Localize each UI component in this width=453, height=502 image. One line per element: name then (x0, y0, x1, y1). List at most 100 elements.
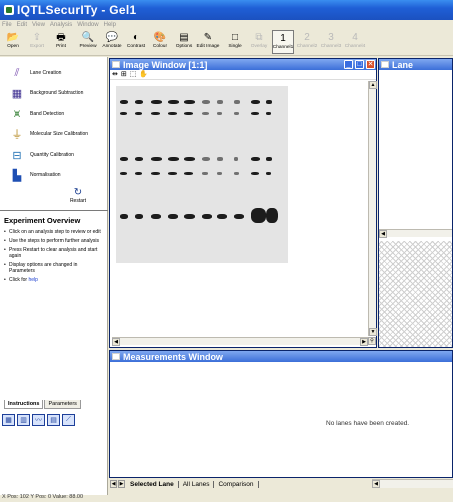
step-background-subtraction[interactable]: ▦ Background Subtraction (10, 86, 90, 100)
toolbar-button-channel4[interactable]: 4 Channel4 (344, 30, 366, 54)
menu-analysis[interactable]: Analysis (50, 22, 72, 28)
gel-band (251, 100, 260, 104)
tab-all-lanes[interactable]: All Lanes (179, 480, 215, 488)
profile-view-icon[interactable]: 〰 (32, 414, 45, 426)
toolbar-button-preview[interactable]: 🔍 Preview (77, 30, 99, 54)
select-icon[interactable]: ⬚ (130, 71, 137, 79)
step-molecular-size-calibration[interactable]: ⏚ Molecular Size Calibration (10, 127, 90, 141)
toolbar-label: Annotate (102, 44, 122, 49)
toolbar-button-export[interactable]: ⇪ Export (26, 30, 48, 54)
scroll-down-icon[interactable]: ▼ (369, 328, 377, 336)
toolbar-button-print[interactable]: 🖶 Print (50, 30, 72, 54)
gel-band (251, 172, 259, 175)
image-horizontal-scrollbar[interactable]: ◀ ▶ (112, 337, 368, 346)
menu-window[interactable]: Window (77, 22, 98, 28)
tab-prev-icon[interactable]: ◀ (110, 480, 117, 488)
gel-band (184, 172, 193, 175)
normalisation-icon: ▙ (12, 169, 22, 182)
toolbar-button-overlay[interactable]: ⧉ Overlay (248, 30, 270, 54)
lane-empty-area (379, 241, 452, 347)
gel-band (151, 100, 162, 104)
measurements-window-title: Measurements Window (123, 351, 223, 362)
gel-band (217, 214, 227, 219)
annotate-balloon-icon: 💬 (105, 32, 119, 43)
table-view-icon[interactable]: ▤ (47, 414, 60, 426)
lane-horizontal-scrollbar[interactable]: ◀ (379, 229, 452, 238)
toolbar-button-edit-image[interactable]: ✎ Edit Image (196, 30, 220, 54)
close-button[interactable]: ✕ (366, 60, 375, 69)
grid-view-icon[interactable]: ▦ (2, 414, 15, 426)
experiment-overview: Experiment Overview Click on an analysis… (0, 210, 108, 291)
toolbar-button-single[interactable]: □ Single (224, 30, 246, 54)
minimize-button[interactable]: _ (344, 60, 353, 69)
folder-icon: 📂 (6, 32, 20, 43)
toolbar-button-annotate[interactable]: 💬 Annotate (101, 30, 123, 54)
gel-band (151, 112, 160, 115)
scroll-left-icon[interactable]: ◀ (112, 338, 120, 346)
pan-hand-icon[interactable]: ✋ (139, 71, 148, 79)
overview-item: Click on an analysis step to review or e… (4, 229, 104, 235)
lane-window: Lane ◀ (378, 58, 453, 348)
channel3-icon: 3 (328, 32, 334, 43)
menu-view[interactable]: View (32, 22, 45, 28)
help-link[interactable]: help (28, 277, 37, 283)
scroll-up-icon[interactable]: ▲ (369, 81, 377, 89)
print-preview-icon: 🔍 (81, 32, 95, 43)
tab-comparison[interactable]: Comparison (214, 480, 259, 488)
lane-window-header: Lane (379, 59, 452, 70)
menu-bar: File Edit View Analysis Window Help (0, 20, 453, 30)
gel-image[interactable] (116, 86, 288, 263)
restart-button[interactable]: ↻ Restart (58, 188, 98, 205)
toolbar-label: Overlay (250, 44, 268, 49)
gel-band (266, 100, 272, 104)
toolbar-button-contrast[interactable]: ◐ Contrast (125, 30, 147, 54)
image-vertical-scrollbar[interactable]: ▲ ▼ (368, 81, 377, 336)
no-lanes-message: No lanes have been created. (326, 420, 410, 427)
toolbar-label: Edit Image (196, 44, 220, 49)
left-panel-tabs: Instructions Parameters (4, 400, 82, 409)
gel-band (120, 157, 128, 161)
export-icon: ⇪ (32, 32, 42, 43)
tab-parameters[interactable]: Parameters (44, 400, 81, 409)
colour-palette-icon: 🎨 (153, 32, 167, 43)
measurements-horizontal-scrollbar[interactable]: ◀ (372, 479, 453, 488)
magnifier-icon[interactable]: ⚲ (368, 337, 376, 345)
toolbar-button-channel3[interactable]: 3 Channel3 (320, 30, 342, 54)
step-lane-creation[interactable]: ⫽ Lane Creation (10, 66, 90, 80)
step-quantity-calibration[interactable]: ⊟ Quantity Calibration (10, 148, 90, 162)
toolbar-button-channel1[interactable]: 1 Channel1 (272, 30, 294, 54)
step-label: Background Subtraction (30, 90, 84, 96)
analysis-steps-panel: ⫽ Lane Creation ▦ Background Subtraction ⩙ Ba… (0, 57, 108, 495)
tab-next-icon[interactable]: ▶ (118, 480, 125, 488)
menu-help[interactable]: Help (104, 22, 116, 28)
scroll-left-icon[interactable]: ◀ (379, 230, 387, 238)
main-toolbar: 📂 Open ⇪ Export 🖶 Print 🔍 Preview 💬 Annotate ◐ Cont… (0, 30, 453, 56)
maximize-button[interactable]: □ (355, 60, 364, 69)
gel-band (251, 157, 260, 161)
scroll-right-icon[interactable]: ▶ (360, 338, 368, 346)
lane-window-title: Lane (392, 59, 414, 70)
gel-band (120, 112, 127, 115)
calibration-view-icon[interactable]: ⟋ (62, 414, 75, 426)
restart-label: Restart (69, 198, 87, 204)
gel-band (202, 172, 208, 175)
menu-edit[interactable]: Edit (17, 22, 27, 28)
step-band-detection[interactable]: ⩙ Band Detection (10, 107, 90, 121)
toolbar-button-options[interactable]: ▤ Options (173, 30, 195, 54)
fit-icon[interactable]: ⇹ (112, 71, 118, 79)
app-icon (4, 5, 14, 15)
menu-file[interactable]: File (2, 22, 12, 28)
lanes-view-icon[interactable]: ▥ (17, 414, 30, 426)
toolbar-button-channel2[interactable]: 2 Channel2 (296, 30, 318, 54)
scroll-left-icon[interactable]: ◀ (372, 480, 380, 488)
zoom-box-icon[interactable]: ⊞ (121, 71, 127, 79)
overlay-icon: ⧉ (255, 32, 263, 43)
view-mode-buttons: ▦ ▥ 〰 ▤ ⟋ (2, 414, 77, 426)
tab-selected-lane[interactable]: Selected Lane (126, 480, 179, 488)
toolbar-button-open[interactable]: 📂 Open (2, 30, 24, 54)
gel-band (120, 172, 127, 175)
tab-instructions[interactable]: Instructions (4, 400, 44, 409)
toolbar-button-colour[interactable]: 🎨 Colour (149, 30, 171, 54)
step-normalisation[interactable]: ▙ Normalisation (10, 168, 90, 182)
gel-band (234, 172, 239, 175)
